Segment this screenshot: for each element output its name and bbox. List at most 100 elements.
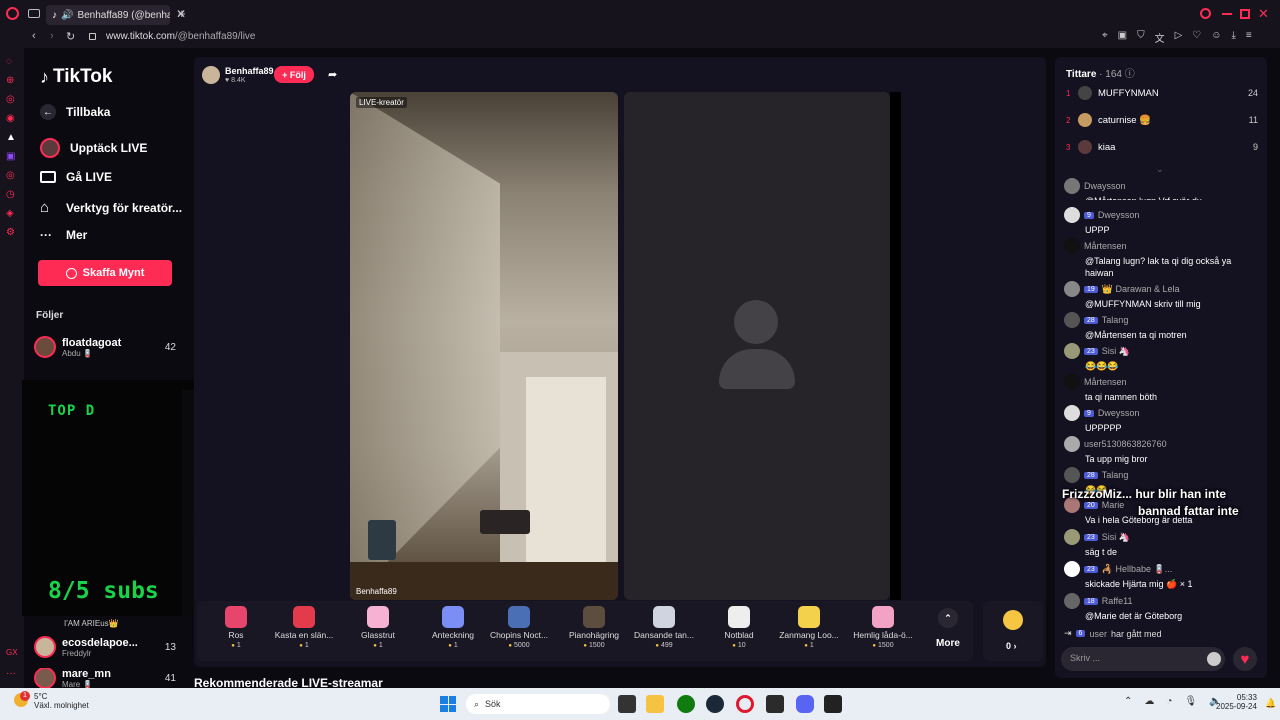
emoji-icon[interactable] bbox=[1207, 652, 1221, 666]
workspaces-icon[interactable] bbox=[28, 9, 40, 18]
twitch-icon[interactable]: ▣ bbox=[6, 151, 16, 162]
sound-icon[interactable]: 🔊 bbox=[61, 10, 73, 21]
gift-item[interactable]: Glasstrut 1 bbox=[339, 606, 417, 649]
download-icon[interactable]: ⤓ bbox=[1231, 30, 1235, 45]
chat-username[interactable]: Sisi 🦄 bbox=[1102, 346, 1130, 357]
top-viewer-row[interactable]: 1 MUFFYNMAN 24 bbox=[1066, 86, 1258, 100]
history-icon[interactable]: ◷ bbox=[6, 189, 16, 200]
chat-message[interactable]: 18 Raffe11 @Marie det är Göteborg bbox=[1064, 593, 1260, 622]
chat-username[interactable]: user5130863826760 bbox=[1084, 439, 1167, 449]
weather-widget[interactable]: 5°C Växl. molnighet bbox=[34, 692, 89, 710]
discord-icon[interactable] bbox=[796, 695, 814, 713]
chat-username[interactable]: 👑 Darawan & Lela bbox=[1102, 284, 1180, 295]
obs-icon[interactable] bbox=[824, 695, 842, 713]
info-icon[interactable]: ⓘ bbox=[1125, 69, 1135, 80]
new-tab-icon[interactable]: + bbox=[178, 6, 186, 21]
heart-outline-icon[interactable]: ♡ bbox=[1192, 30, 1201, 45]
top-viewer-row[interactable]: 3 kiaa 9 bbox=[1066, 140, 1258, 154]
chat-input[interactable]: Skriv ... bbox=[1061, 647, 1225, 671]
chat-message[interactable]: Mårtensen @Talang lugn? lak ta qi dig ock… bbox=[1064, 238, 1260, 279]
browser-tab-active[interactable]: ♪ 🔊 Benhaffa89 (@benhaff bbox=[46, 5, 170, 25]
gift-item[interactable]: Chopins Noct... 5000 bbox=[480, 606, 558, 649]
nav-go-live[interactable]: Gå LIVE bbox=[40, 170, 112, 184]
xbox-icon[interactable] bbox=[677, 695, 695, 713]
chat-username[interactable]: Sisi 🦄 bbox=[1102, 532, 1130, 543]
get-coins-button[interactable]: Skaffa Mynt bbox=[38, 260, 172, 286]
back-button[interactable]: ← Tillbaka bbox=[40, 104, 110, 120]
chat-message[interactable]: 19 👑 Darawan & Lela @MUFFYNMAN skriv till … bbox=[1064, 281, 1260, 310]
chat-username[interactable]: Talang bbox=[1102, 470, 1129, 480]
chat-username[interactable]: 🦂 Hellbabe 🪫... bbox=[1102, 564, 1172, 575]
url-field[interactable]: www.tiktok.com/@benhaffa89/live bbox=[106, 31, 256, 42]
translate-icon[interactable]: 文 bbox=[1155, 30, 1165, 45]
chat-username[interactable]: Mårtensen bbox=[1084, 377, 1127, 387]
gift-item[interactable]: Kasta en slän... 1 bbox=[265, 606, 343, 649]
host-video[interactable] bbox=[350, 92, 618, 600]
top-viewer-row[interactable]: 2 caturnise 🍔 11 bbox=[1066, 113, 1258, 127]
host-name[interactable]: Benhaffa89 bbox=[225, 66, 274, 76]
nav-discover-live[interactable]: Upptäck LIVE bbox=[40, 138, 147, 158]
notifications-icon[interactable]: 🔔 bbox=[1265, 698, 1276, 709]
chat-message[interactable]: 23 Sisi 🦄 säg t de bbox=[1064, 529, 1260, 558]
tiktok-logo[interactable]: ♪ TikTok bbox=[40, 66, 112, 88]
tiktok-sidebar-icon[interactable]: ▲ bbox=[6, 132, 16, 143]
nav-more[interactable]: ··· Mer bbox=[40, 228, 87, 242]
taskview-icon[interactable] bbox=[618, 695, 636, 713]
forward-nav-icon[interactable]: › bbox=[50, 30, 54, 42]
file-explorer-icon[interactable] bbox=[646, 695, 664, 713]
gx-icon[interactable]: GX bbox=[6, 648, 18, 657]
lock-icon[interactable] bbox=[89, 33, 96, 40]
gift-item[interactable]: Zanmang Loo... 1 bbox=[770, 606, 848, 649]
menu-icon[interactable]: ≡ bbox=[1246, 30, 1252, 45]
microphone-icon[interactable]: 🎙 bbox=[1184, 696, 1197, 707]
chat-message[interactable]: 9 Dweysson UPPPPP bbox=[1064, 405, 1260, 434]
bag-icon[interactable]: ⊕ bbox=[6, 75, 16, 86]
chat-message[interactable]: Mårtensen ta qi namnen böth bbox=[1064, 374, 1260, 403]
share-icon[interactable]: ➦ bbox=[328, 68, 337, 81]
maximize-icon[interactable] bbox=[1240, 9, 1250, 19]
follow-button[interactable]: + Följ bbox=[274, 66, 314, 83]
chat-message[interactable]: 9 Dweysson UPPP bbox=[1064, 207, 1260, 236]
chat-username[interactable]: Raffe11 bbox=[1102, 596, 1133, 606]
cloud-icon[interactable]: ☁ bbox=[1144, 696, 1154, 707]
gift-item[interactable]: Dansande tan... 499 bbox=[625, 606, 703, 649]
profile-icon[interactable]: ☺ bbox=[1211, 30, 1221, 45]
gamepad-icon[interactable]: ◎ bbox=[6, 94, 16, 105]
chat-username[interactable]: Dwaysson bbox=[1084, 181, 1126, 191]
collapse-chevron-icon[interactable]: ⌄ bbox=[1156, 164, 1164, 175]
chat-username[interactable]: Dweysson bbox=[1098, 210, 1140, 220]
messenger-icon[interactable]: ◉ bbox=[6, 113, 16, 124]
aria-icon[interactable]: ◌ bbox=[6, 56, 16, 67]
wifi-icon[interactable]: ◔ bbox=[1166, 696, 1172, 707]
chat-username[interactable]: Mårtensen bbox=[1084, 241, 1127, 251]
pin-icon[interactable]: ⌖ bbox=[1102, 30, 1108, 45]
chat-message[interactable]: 23 🦂 Hellbabe 🪫... skickade Hjärta mig 🍎 ×… bbox=[1064, 561, 1260, 590]
gift-item[interactable]: Hemlig låda-ö... 1500 bbox=[844, 606, 922, 649]
more-dots-icon[interactable]: ··· bbox=[6, 668, 16, 679]
taskbar-search[interactable]: ⌕ Sök bbox=[466, 694, 610, 714]
search-icon[interactable] bbox=[1200, 8, 1211, 19]
close-window-icon[interactable]: ✕ bbox=[1258, 6, 1269, 22]
minimize-icon[interactable] bbox=[1222, 13, 1232, 15]
snapshot-icon[interactable]: ▣ bbox=[1118, 30, 1127, 45]
chat-message[interactable]: 23 Sisi 🦄 😂😂😂 bbox=[1064, 343, 1260, 372]
play-icon[interactable]: ▷ bbox=[1175, 30, 1183, 45]
back-nav-icon[interactable]: ‹ bbox=[32, 30, 36, 42]
chat-message[interactable]: 28 Talang @Mårtensen ta qi motren bbox=[1064, 312, 1260, 341]
windows-start-icon[interactable] bbox=[440, 696, 456, 712]
chat-message[interactable]: user5130863826760 Ta upp mig bror bbox=[1064, 436, 1260, 465]
chat-username[interactable]: Dweysson bbox=[1098, 408, 1140, 418]
following-item[interactable]: ecosdelapoe... Freddyl​r 13 bbox=[34, 636, 176, 658]
guest-video-slot[interactable] bbox=[624, 92, 890, 600]
chat-username[interactable]: Talang bbox=[1102, 315, 1129, 325]
app-icon[interactable] bbox=[766, 695, 784, 713]
cube-icon[interactable]: ◈ bbox=[6, 208, 16, 219]
steam-icon[interactable] bbox=[706, 695, 724, 713]
host-avatar[interactable] bbox=[202, 66, 220, 84]
settings-icon[interactable]: ⚙ bbox=[6, 227, 16, 238]
more-gifts-button[interactable]: ⌃ More bbox=[930, 608, 966, 649]
chat-message[interactable]: Dwaysson @Mårtensen lugn Vrf svär du bbox=[1064, 178, 1260, 200]
like-button[interactable]: ♥ bbox=[1233, 647, 1257, 671]
following-item[interactable]: floatdagoat Abdu 🪫 42 bbox=[34, 336, 176, 358]
gift-item[interactable]: Pianohägring 1500 bbox=[555, 606, 633, 649]
